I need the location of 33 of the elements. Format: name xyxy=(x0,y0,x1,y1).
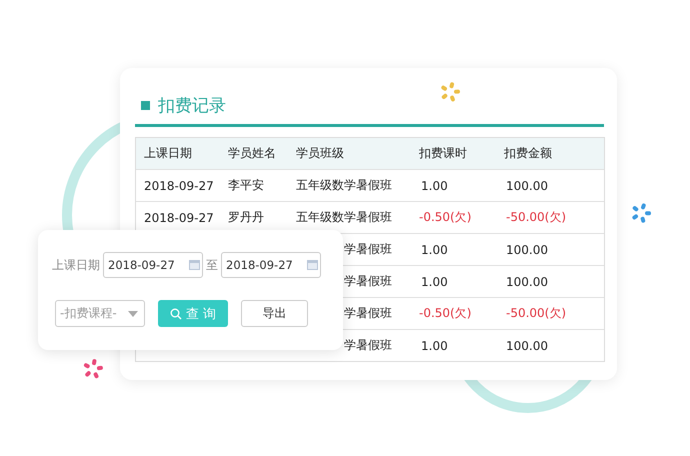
table-cell-text: 1.00 xyxy=(420,338,449,352)
table-cell-text: 学暑假班 xyxy=(343,273,393,290)
table-cell-text: 100.00 xyxy=(505,242,549,256)
table-cell-text: -0.50(欠) xyxy=(419,305,472,322)
column-header: 扣费课时 xyxy=(419,145,468,162)
table-cell-text: 100.00 xyxy=(505,274,549,288)
table-cell-text: -50.00(欠) xyxy=(505,305,568,322)
column-header: 上课日期 xyxy=(143,145,193,162)
table-cell-text: 李平安 xyxy=(228,177,265,194)
table-cell-text: 100.00 xyxy=(505,178,549,192)
table-cell-text: -50.00(欠) xyxy=(505,209,568,226)
table-cell-text: 五年级数学暑假班 xyxy=(296,177,393,194)
card-title: 扣费记录 xyxy=(158,94,226,116)
table-cell-text: 1.00 xyxy=(420,242,449,256)
table-cell-text: 1.00 xyxy=(420,178,449,192)
range-separator: 至 xyxy=(206,256,218,274)
table-cell-text: -0.50(欠) xyxy=(419,209,472,226)
column-header: 学员班级 xyxy=(296,145,345,162)
table-cell-text: 学暑假班 xyxy=(343,241,393,258)
table-cell-text: 罗丹丹 xyxy=(228,209,265,226)
date-label: 上课日期 xyxy=(52,256,100,274)
date-field[interactable]: 2018-09-27 xyxy=(103,252,203,278)
table-cell-text: 学暑假班 xyxy=(343,337,393,354)
table-cell-text: 2018-09-27 xyxy=(143,178,215,192)
table-cell-text: 学暑假班 xyxy=(343,305,393,322)
export-button[interactable]: 导出 xyxy=(241,300,308,327)
column-header: 扣费金额 xyxy=(504,145,553,162)
table-cell-text: 五年级数学暑假班 xyxy=(296,209,393,226)
table-cell-text: 100.00 xyxy=(505,338,549,352)
column-header: 学员姓名 xyxy=(228,145,277,162)
table-cell-text: 1.00 xyxy=(420,274,449,288)
table-cell-text: 2018-09-27 xyxy=(143,210,215,224)
date-field[interactable]: 2018-09-27 xyxy=(221,252,321,278)
